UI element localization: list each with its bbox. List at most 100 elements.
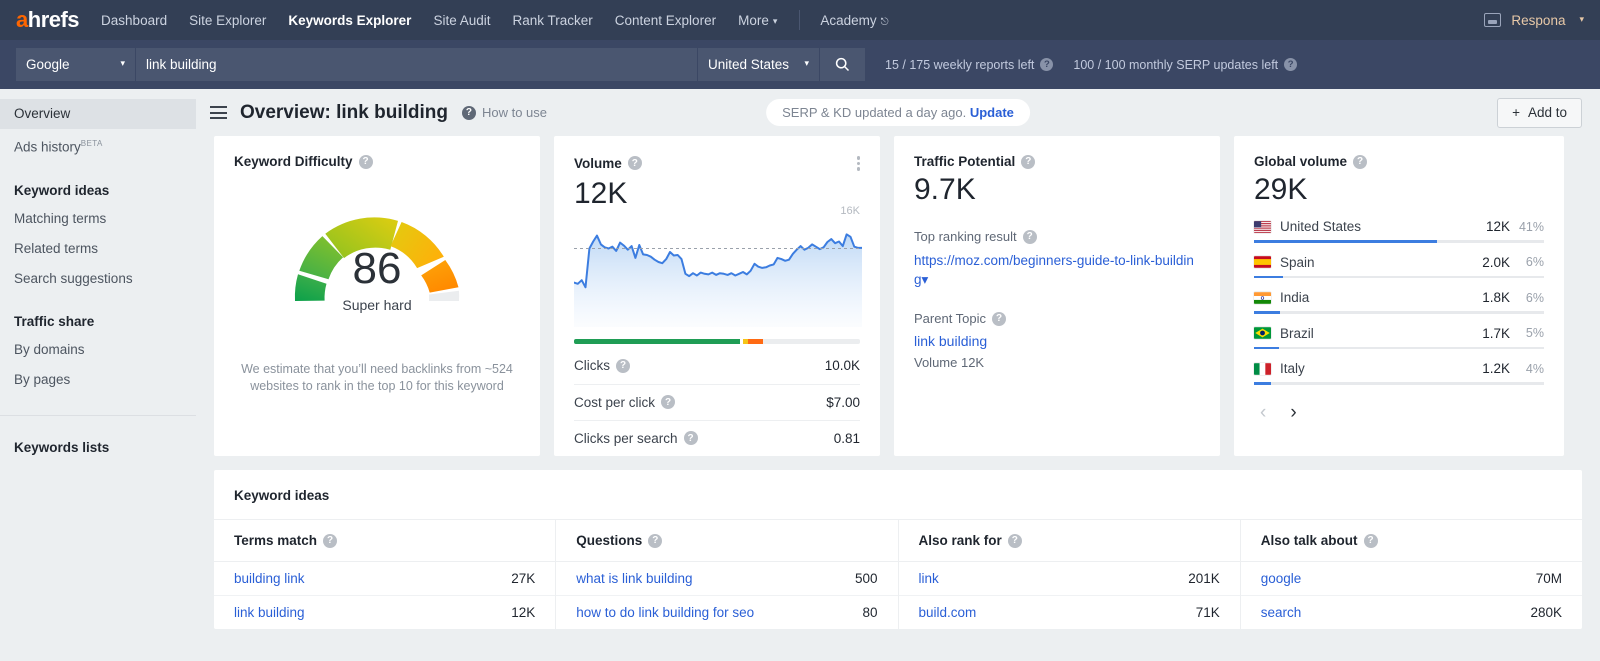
help-icon[interactable]: ? (992, 311, 1007, 326)
country-row-top: Italy 1.2K 4% (1254, 361, 1544, 376)
keyword-ideas-column-header: Questions? (556, 520, 898, 562)
logo-text: hrefs (27, 7, 80, 32)
serp-update-button[interactable]: Update (970, 105, 1014, 120)
parent-topic-volume: Volume 12K (914, 355, 985, 370)
country-volume-bar-track (1254, 382, 1544, 385)
keyword-ideas-column-label: Also talk about (1260, 533, 1358, 548)
flag-icon-br (1254, 327, 1271, 339)
nav-item-academy[interactable]: Academy ⎋ (820, 13, 888, 28)
help-icon[interactable]: ? (1363, 533, 1378, 548)
keyword-idea-term[interactable]: build.com (919, 605, 977, 620)
help-icon[interactable]: ? (616, 358, 630, 373)
country-volume-bar-track (1254, 275, 1544, 278)
help-icon[interactable]: ? (1040, 58, 1054, 71)
help-icon[interactable]: ? (627, 156, 642, 171)
keyword-idea-volume: 12K (511, 605, 536, 620)
kebab-menu-icon[interactable] (856, 154, 860, 173)
help-icon[interactable]: ? (648, 533, 663, 548)
user-menu[interactable]: Respona ▾ (1484, 13, 1584, 28)
keyword-idea-row[interactable]: search 280K (1240, 595, 1582, 629)
keyword-ideas-column: Also talk about? google 70M search 280K (1239, 519, 1582, 629)
country-row[interactable]: Italy 1.2K 4% (1254, 361, 1544, 385)
search-button[interactable] (819, 48, 865, 81)
nav-item-rank-tracker[interactable]: Rank Tracker (512, 13, 592, 28)
help-icon[interactable]: ? (661, 395, 676, 409)
help-icon[interactable]: ? (358, 154, 373, 169)
keyword-difficulty-label: Keyword Difficulty (234, 154, 353, 169)
inbox-icon[interactable] (1484, 13, 1502, 27)
keyword-input[interactable] (135, 48, 697, 81)
help-icon[interactable]: ? (683, 431, 698, 445)
keyword-idea-term[interactable]: search (1261, 605, 1302, 620)
chevron-down-icon[interactable]: ▾ (922, 272, 929, 287)
sidebar-item-matching-terms[interactable]: Matching terms (0, 204, 196, 234)
keyword-idea-row[interactable]: what is link building 500 (556, 562, 897, 595)
country-row[interactable]: Brazil 1.7K 5% (1254, 326, 1544, 349)
country-row-top: Spain 2.0K 6% (1254, 255, 1544, 270)
search-engine-select[interactable]: Google ▾ (16, 48, 135, 81)
nav-item-keywords-explorer[interactable]: Keywords Explorer (288, 13, 411, 28)
logo-letter-a: a (16, 7, 28, 32)
sidebar-item-by-pages[interactable]: By pages (0, 365, 196, 395)
global-volume-card: Global volume ? 29K United States 12K 41% S… (1234, 136, 1564, 456)
sidebar-item-keywords-lists[interactable]: Keywords lists (0, 434, 196, 461)
nav-item-content-explorer[interactable]: Content Explorer (615, 13, 716, 28)
country-select[interactable]: United States ▾ (697, 48, 819, 81)
top-ranking-result-label-group: Top ranking result ? (914, 229, 1200, 244)
help-icon[interactable]: ? (323, 533, 338, 548)
serp-update-text: SERP & KD updated a day ago. (782, 105, 967, 120)
help-icon[interactable]: ? (1021, 154, 1036, 169)
parent-topic-link[interactable]: link building (914, 333, 1200, 349)
keyword-idea-row[interactable]: google 70M (1241, 562, 1582, 595)
parent-topic-label: Parent Topic (914, 311, 987, 326)
keyword-idea-row[interactable]: link building 12K (214, 595, 556, 629)
country-row[interactable]: Spain 2.0K 6% (1254, 255, 1544, 278)
keyword-idea-row[interactable]: build.com 71K (898, 595, 1240, 629)
keyword-idea-row[interactable]: link 201K (899, 562, 1240, 595)
nav-item-site-explorer[interactable]: Site Explorer (189, 13, 266, 28)
keyword-idea-term[interactable]: how to do link building for seo (576, 605, 754, 620)
help-icon[interactable]: ? (1022, 229, 1037, 244)
help-icon[interactable]: ? (1284, 58, 1298, 71)
add-to-button[interactable]: + Add to (1497, 97, 1582, 128)
traffic-potential-label: Traffic Potential (914, 154, 1016, 169)
country-volume-list: United States 12K 41% Spain 2.0K 6% India 1.8K 6… (1254, 219, 1544, 385)
help-icon[interactable]: ? (1353, 154, 1368, 169)
top-ranking-result-url[interactable]: https://moz.com/beginners-guide-to-link-… (914, 251, 1200, 289)
country-row[interactable]: United States 12K 41% (1254, 219, 1544, 243)
country-percent: 41% (1518, 219, 1544, 234)
nav-item-dashboard[interactable]: Dashboard (101, 13, 167, 28)
ahrefs-logo[interactable]: ahrefs (16, 7, 80, 33)
next-page-icon[interactable]: › (1290, 403, 1296, 422)
country-volume-bar-fill (1254, 275, 1283, 278)
sidebar-item-ads-history[interactable]: Ads historyBETA (0, 129, 196, 163)
keyword-idea-volume: 71K (1195, 605, 1220, 620)
keyword-idea-row[interactable]: how to do link building for seo 80 (556, 595, 898, 629)
keyword-idea-term[interactable]: building link (234, 571, 305, 586)
user-menu-label[interactable]: Respona (1511, 13, 1565, 28)
nav-item-site-audit[interactable]: Site Audit (433, 13, 490, 28)
country-pagination: ‹ › (1254, 403, 1544, 422)
flag-icon-it (1254, 362, 1271, 375)
sidebar-item-search-suggestions[interactable]: Search suggestions (0, 264, 196, 294)
sidebar-item-related-terms[interactable]: Related terms (0, 234, 196, 264)
sidebar-section-traffic-share: Traffic share (14, 313, 95, 329)
how-to-use-link[interactable]: ? How to use (461, 105, 547, 120)
content-header: Overview: link building ? How to use SER… (196, 89, 1600, 136)
help-icon[interactable]: ? (1007, 533, 1022, 548)
flag-icon-es (1254, 256, 1271, 268)
sidebar-item-by-domains[interactable]: By domains (0, 335, 196, 365)
country-row-top: United States 12K 41% (1254, 219, 1544, 234)
country-row[interactable]: India 1.8K 6% (1254, 290, 1544, 314)
country-volume-bar-fill (1254, 346, 1279, 349)
sidebar-item-overview[interactable]: Overview (0, 99, 196, 129)
volume-label: Volume (574, 155, 622, 171)
nav-item-more[interactable]: More ▾ (738, 13, 777, 28)
keyword-idea-row[interactable]: building link 27K (214, 562, 555, 595)
clicks-per-search-value: 0.81 (833, 430, 860, 446)
keyword-idea-term[interactable]: link building (234, 605, 305, 620)
keyword-idea-term[interactable]: what is link building (576, 571, 692, 586)
sidebar-toggle-icon[interactable] (210, 103, 227, 123)
keyword-idea-term[interactable]: google (1261, 571, 1302, 586)
keyword-idea-term[interactable]: link (919, 571, 939, 586)
